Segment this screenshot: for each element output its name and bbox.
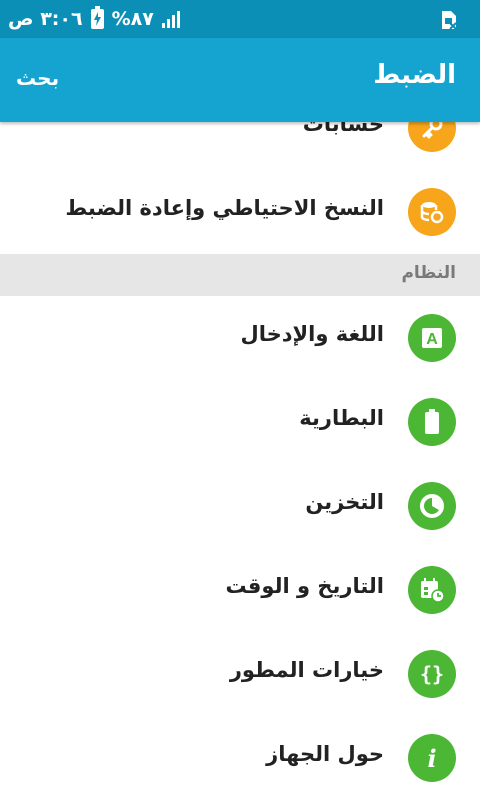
settings-item-label: التخزين [305, 490, 384, 514]
sim-card-icon [440, 9, 458, 35]
calendar-clock-icon [408, 566, 456, 614]
backup-restore-icon [408, 188, 456, 236]
storage-icon [408, 482, 456, 530]
status-indicators: ٣:٠٦ ص %٨٧ [8, 0, 180, 38]
key-icon [408, 122, 456, 152]
svg-text:A: A [426, 331, 438, 348]
settings-item-label: حول الجهاز [266, 742, 384, 766]
search-button[interactable]: بحث [16, 66, 59, 90]
settings-item-label: التاريخ و الوقت [225, 574, 384, 598]
settings-item-label: البطارية [299, 406, 384, 430]
settings-item-label: خيارات المطور [229, 658, 384, 682]
battery-percent: %٨٧ [111, 8, 154, 30]
settings-item-label: حسابات [302, 122, 384, 136]
svg-text:i: i [427, 744, 436, 772]
status-bar: ٣:٠٦ ص %٨٧ [0, 0, 480, 38]
settings-item-accounts[interactable]: حسابات [0, 122, 480, 170]
settings-item-about-device[interactable]: i حول الجهاز [0, 716, 480, 800]
settings-item-label: النسخ الاحتياطي وإعادة الضبط [65, 196, 384, 220]
app-bar: الضبط بحث [0, 38, 480, 122]
settings-list: حسابات النسخ الاحتياطي وإعادة الضبط النظ… [0, 122, 480, 800]
section-title: النظام [401, 263, 456, 283]
battery-icon [408, 398, 456, 446]
battery-charging-icon [90, 6, 104, 29]
settings-item-battery[interactable]: البطارية [0, 380, 480, 464]
settings-item-storage[interactable]: التخزين [0, 464, 480, 548]
settings-item-date-time[interactable]: التاريخ و الوقت [0, 548, 480, 632]
section-header-system: النظام [0, 254, 480, 296]
svg-text:{}: {} [420, 662, 444, 686]
status-time: ٣:٠٦ ص [8, 8, 83, 30]
developer-braces-icon: {} [408, 650, 456, 698]
settings-item-developer-options[interactable]: {} خيارات المطور [0, 632, 480, 716]
signal-icon [161, 10, 180, 28]
info-icon: i [408, 734, 456, 782]
page-title: الضبط [373, 60, 456, 90]
settings-item-language-input[interactable]: A اللغة والإدخال [0, 296, 480, 380]
settings-item-backup-reset[interactable]: النسخ الاحتياطي وإعادة الضبط [0, 170, 480, 254]
settings-item-label: اللغة والإدخال [240, 322, 384, 346]
language-input-icon: A [408, 314, 456, 362]
